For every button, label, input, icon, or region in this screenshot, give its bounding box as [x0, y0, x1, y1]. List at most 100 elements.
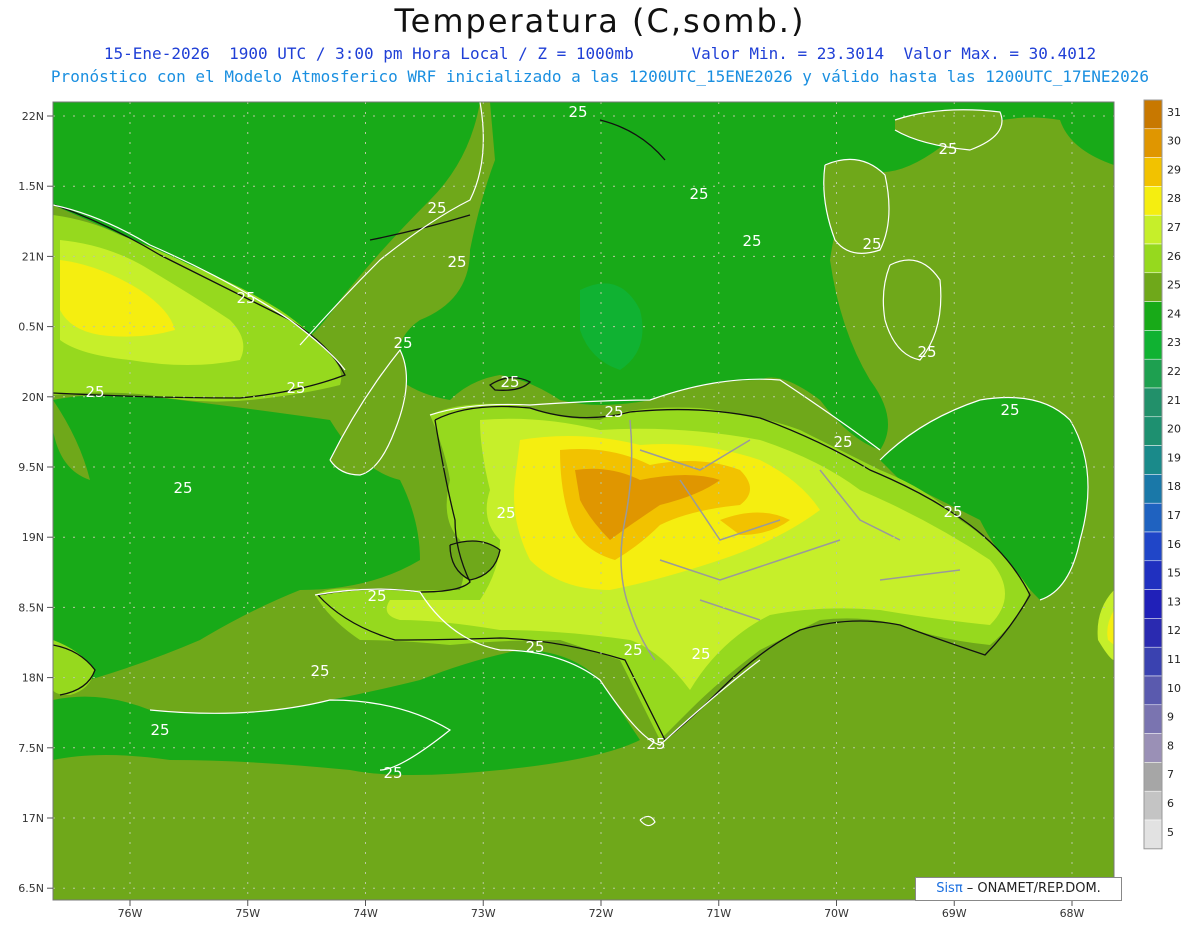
- contour-label-25: 25: [943, 503, 962, 521]
- colorbar-label: 18: [1167, 480, 1181, 493]
- colorbar-swatch: [1143, 790, 1163, 821]
- contour-label-25: 25: [286, 379, 305, 397]
- lon-tick-label: 72W: [589, 907, 614, 920]
- colorbar-label: 30: [1167, 135, 1181, 148]
- contour-label-25: 25: [604, 403, 623, 421]
- colorbar-label: 20: [1167, 423, 1181, 436]
- colorbar-label: 11: [1167, 653, 1181, 666]
- lon-tick-label: 68W: [1060, 907, 1085, 920]
- colorbar-label: 24: [1167, 307, 1181, 320]
- contour-label-25: 25: [393, 334, 412, 352]
- colorbar-label: 9: [1167, 711, 1174, 724]
- contour-label-25: 25: [500, 373, 519, 391]
- lat-tick-label: 9.5N: [18, 461, 44, 474]
- colorbar-swatch: [1143, 416, 1163, 446]
- contour-label-25: 25: [917, 343, 936, 361]
- colorbar-swatch: [1143, 704, 1163, 734]
- latitude-axis: 22N 1.5N 21N 0.5N 20N 9.5N 19N 8.5N 18N 7.5N 17N 6.…: [18, 110, 53, 895]
- colorbar-swatch: [1143, 589, 1163, 619]
- colorbar-label: 19: [1167, 451, 1181, 464]
- colorbar-swatch: [1143, 330, 1163, 360]
- contour-label-25: 25: [833, 433, 852, 451]
- contour-label-25: 25: [367, 587, 386, 605]
- colorbar-label: 25: [1167, 279, 1181, 292]
- lat-tick-label: 7.5N: [18, 742, 44, 755]
- lat-tick-label: 1.5N: [18, 180, 44, 193]
- colorbar-label: 7: [1167, 768, 1174, 781]
- colorbar-swatch: [1143, 445, 1163, 475]
- lon-tick-label: 69W: [942, 907, 967, 920]
- colorbar-swatch: [1143, 762, 1163, 792]
- colorbar-label: 27: [1167, 221, 1181, 234]
- contour-label-25: 25: [691, 645, 710, 663]
- credit-box: Sisπ – ONAMET/REP.DOM.: [915, 877, 1122, 901]
- colorbar-swatch: [1143, 186, 1163, 216]
- sis-logo-text: Sisπ: [936, 881, 963, 896]
- lon-tick-label: 75W: [235, 907, 260, 920]
- contour-label-25: 25: [742, 232, 761, 250]
- lat-tick-label: 22N: [22, 110, 44, 123]
- colorbar-swatch: [1143, 128, 1163, 158]
- contour-label-25: 25: [623, 641, 642, 659]
- colorbar-label: 12: [1167, 624, 1181, 637]
- contour-label-25: 25: [447, 253, 466, 271]
- lon-tick-label: 74W: [353, 907, 378, 920]
- contour-label-25: 25: [646, 735, 665, 753]
- credit-text: – ONAMET/REP.DOM.: [962, 881, 1101, 896]
- colorbar-swatch: [1143, 560, 1163, 590]
- contour-label-25: 25: [310, 662, 329, 680]
- contour-label-25: 25: [85, 383, 104, 401]
- lat-tick-label: 18N: [22, 672, 44, 685]
- contour-label-25: 25: [568, 103, 587, 121]
- colorbar-label: 17: [1167, 509, 1181, 522]
- colorbar-label: 23: [1167, 336, 1181, 349]
- contour-label-25: 25: [383, 764, 402, 782]
- colorbar-swatch: [1143, 733, 1163, 763]
- colorbar-label: 31: [1167, 106, 1181, 119]
- colorbar-label: 15: [1167, 567, 1181, 580]
- lon-tick-label: 76W: [118, 907, 143, 920]
- colorbar: 31 30 29 28 27 26 25 24 23 22 21 20 19 18 17 16 15 13 12 11…: [1143, 99, 1181, 850]
- colorbar-label: 22: [1167, 365, 1181, 378]
- lon-tick-label: 73W: [471, 907, 496, 920]
- colorbar-swatch: [1143, 618, 1163, 648]
- colorbar-swatch: [1143, 646, 1163, 677]
- colorbar-label: 6: [1167, 797, 1174, 810]
- colorbar-swatch: [1143, 301, 1163, 331]
- colorbar-swatch: [1143, 243, 1163, 274]
- colorbar-swatch: [1143, 675, 1163, 706]
- colorbar-label: 16: [1167, 538, 1181, 551]
- colorbar-swatch: [1143, 272, 1163, 302]
- lat-tick-label: 17N: [22, 812, 44, 825]
- colorbar-swatch: [1143, 387, 1163, 418]
- contour-label-25: 25: [1000, 401, 1019, 419]
- colorbar-swatch: [1143, 214, 1163, 245]
- lon-tick-label: 71W: [706, 907, 731, 920]
- lat-tick-label: 20N: [22, 391, 44, 404]
- contour-label-25: 25: [236, 289, 255, 307]
- colorbar-label: 21: [1167, 394, 1181, 407]
- colorbar-swatch: [1143, 358, 1163, 389]
- lat-tick-label: 6.5N: [18, 882, 44, 895]
- colorbar-swatch: [1143, 99, 1163, 130]
- contour-label-25: 25: [150, 721, 169, 739]
- colorbar-label: 10: [1167, 682, 1181, 695]
- lon-tick-label: 70W: [824, 907, 849, 920]
- longitude-axis: 76W 75W 74W 73W 72W 71W 70W 69W 68W: [118, 900, 1085, 920]
- colorbar-label: 13: [1167, 595, 1181, 608]
- colorbar-swatch: [1143, 502, 1163, 533]
- contour-label-25: 25: [689, 185, 708, 203]
- colorbar-label: 29: [1167, 163, 1181, 176]
- colorbar-label: 8: [1167, 739, 1174, 752]
- lat-tick-label: 0.5N: [18, 321, 44, 334]
- colorbar-label: 26: [1167, 250, 1181, 263]
- colorbar-label: 28: [1167, 192, 1181, 205]
- temperature-map: 25 25 25 25 25 25 25 25 25 25 25 25 25 25 25 25 25 25 25 25…: [18, 99, 1181, 920]
- lat-tick-label: 8.5N: [18, 601, 44, 614]
- colorbar-swatch: [1143, 819, 1163, 850]
- contour-label-25: 25: [496, 504, 515, 522]
- contour-label-25: 25: [427, 199, 446, 217]
- contour-label-25: 25: [173, 479, 192, 497]
- map-plot-area: 25 25 25 25 25 25 25 25 25 25 25 25 25 25 25 25 25 25 25 25…: [53, 102, 1114, 900]
- lat-tick-label: 19N: [22, 531, 44, 544]
